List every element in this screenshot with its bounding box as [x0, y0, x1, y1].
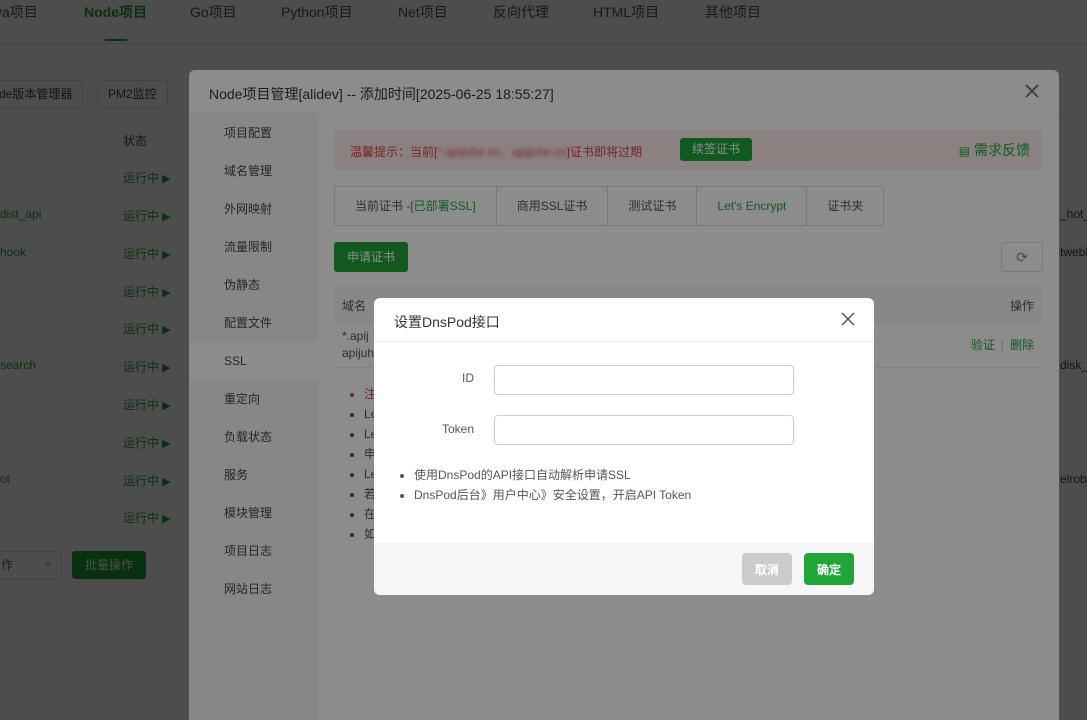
dialog-title: 设置DnsPod接口	[394, 314, 500, 330]
token-input[interactable]	[494, 415, 794, 445]
dialog-header: 设置DnsPod接口	[374, 298, 874, 342]
dnspod-dialog: 设置DnsPod接口 ID Token 使用DnsPod的API接口自动解析申请…	[374, 298, 874, 595]
token-label: Token	[441, 422, 474, 436]
list-item: 使用DnsPod的API接口自动解析申请SSL	[414, 465, 691, 485]
dialog-footer: 取消 确定	[374, 543, 874, 595]
list-item: DnsPod后台》用户中心》安全设置，开启API Token	[414, 485, 691, 505]
id-input[interactable]	[494, 365, 794, 395]
id-label: ID	[462, 371, 474, 385]
dialog-tips: 使用DnsPod的API接口自动解析申请SSL DnsPod后台》用户中心》安全…	[414, 465, 691, 505]
cancel-button[interactable]: 取消	[742, 553, 792, 585]
confirm-button[interactable]: 确定	[804, 553, 854, 585]
close-icon[interactable]	[840, 311, 856, 327]
